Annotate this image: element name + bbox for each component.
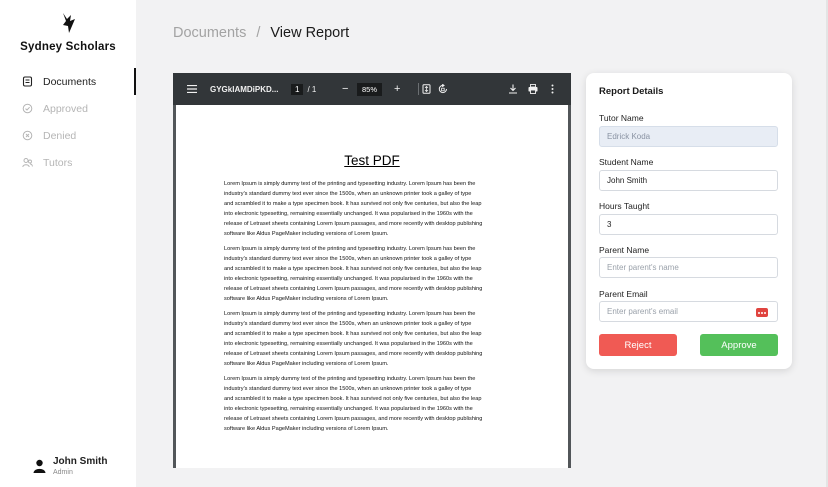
- parent-name-field[interactable]: [599, 257, 778, 278]
- pdf-paragraph: Lorem Ipsum is simply dummy text of the …: [224, 309, 524, 370]
- download-icon[interactable]: [508, 73, 518, 105]
- paragraph-line: industry's standard dummy text ever sinc…: [224, 321, 472, 328]
- paragraph-line: into electronic typesetting, remaining e…: [224, 276, 473, 283]
- breadcrumb: Documents / View Report: [173, 25, 349, 41]
- paragraph-line: release of Letraset sheets containing Lo…: [224, 221, 483, 228]
- report-details-panel: Report Details Tutor Name Student Name H…: [586, 73, 792, 369]
- page-total: / 1: [307, 84, 317, 94]
- page-number-input[interactable]: 1: [291, 83, 304, 95]
- paragraph-line: release of Letraset sheets containing Lo…: [224, 351, 483, 358]
- sidebar-item-label: Documents: [43, 75, 97, 88]
- paragraph-line: and scrambled it to make a type specimen…: [224, 201, 482, 208]
- parent-email-label: Parent Email: [599, 289, 648, 299]
- pdf-title: Test PDF: [344, 153, 400, 168]
- student-name-field[interactable]: [599, 170, 778, 191]
- check-circle-icon: [22, 103, 33, 114]
- sidebar-item-label: Tutors: [43, 156, 73, 169]
- student-name-label: Student Name: [599, 157, 654, 167]
- user-profile[interactable]: John Smith Admin: [33, 456, 107, 476]
- tutor-name-field: [599, 126, 778, 147]
- breadcrumb-separator: /: [256, 25, 261, 41]
- sidebar-item-denied[interactable]: Denied: [0, 122, 136, 149]
- pdf-paragraph: Lorem Ipsum is simply dummy text of the …: [224, 244, 524, 305]
- pdf-viewer[interactable]: GYGkIAMDiPKD... 1 / 1 − 85% + Test PDF L…: [173, 73, 571, 468]
- tutor-name-label: Tutor Name: [599, 113, 644, 123]
- sidebar-item-label: Denied: [43, 129, 77, 142]
- paragraph-line: into electronic typesetting, remaining e…: [224, 211, 473, 218]
- document-icon: [22, 76, 33, 87]
- sidebar-item-label: Approved: [43, 102, 88, 115]
- pdf-toolbar: GYGkIAMDiPKD... 1 / 1 − 85% +: [173, 73, 571, 105]
- paragraph-line: software like Aldus PageMaker including …: [224, 361, 389, 368]
- flame-logo-icon: [63, 13, 75, 33]
- hours-taught-label: Hours Taught: [599, 201, 650, 211]
- zoom-input[interactable]: 85%: [357, 82, 383, 96]
- paragraph-line: release of Letraset sheets containing Lo…: [224, 416, 483, 423]
- paragraph-line: Lorem Ipsum is simply dummy text of the …: [224, 376, 476, 382]
- sidebar: Sydney Scholars Documents Approved Denie…: [0, 0, 136, 487]
- brand-name: Sydney Scholars: [20, 41, 116, 53]
- approve-button[interactable]: Approve: [700, 334, 778, 356]
- paragraph-line: software like Aldus PageMaker including …: [224, 231, 389, 238]
- zoom-in-button[interactable]: +: [394, 73, 400, 105]
- paragraph-line: release of Letraset sheets containing Lo…: [224, 286, 483, 293]
- paragraph-line: and scrambled it to make a type specimen…: [224, 396, 482, 403]
- panel-title: Report Details: [599, 86, 664, 97]
- sidebar-item-documents[interactable]: Documents: [0, 68, 136, 95]
- page-indicator: 1 / 1: [291, 73, 316, 105]
- paragraph-line: industry's standard dummy text ever sinc…: [224, 256, 472, 263]
- paragraph-line: Lorem Ipsum is simply dummy text of the …: [224, 181, 476, 187]
- sidebar-item-approved[interactable]: Approved: [0, 95, 136, 122]
- reject-button[interactable]: Reject: [599, 334, 677, 356]
- parent-name-label: Parent Name: [599, 245, 650, 255]
- page-title: View Report: [270, 25, 350, 41]
- hours-taught-field[interactable]: [599, 214, 778, 235]
- paragraph-line: industry's standard dummy text ever sinc…: [224, 191, 472, 198]
- fit-page-icon[interactable]: [422, 73, 431, 105]
- x-circle-icon: [22, 130, 33, 141]
- user-name: John Smith: [53, 456, 108, 467]
- parent-email-field[interactable]: [599, 301, 778, 322]
- sidebar-item-tutors[interactable]: Tutors: [0, 149, 136, 176]
- user-info: John Smith Admin: [53, 456, 107, 476]
- pdf-file-name: GYGkIAMDiPKD...: [210, 84, 279, 94]
- user-avatar-icon: [33, 459, 46, 473]
- paragraph-line: and scrambled it to make a type specimen…: [224, 331, 482, 338]
- autofill-icon[interactable]: [756, 308, 768, 317]
- print-icon[interactable]: [528, 73, 538, 105]
- paragraph-line: into electronic typesetting, remaining e…: [224, 406, 473, 413]
- paragraph-line: industry's standard dummy text ever sinc…: [224, 386, 472, 393]
- pdf-paragraph: Lorem Ipsum is simply dummy text of the …: [224, 374, 524, 435]
- zoom-level: 85%: [357, 73, 383, 105]
- zoom-out-button[interactable]: −: [342, 73, 348, 105]
- toolbar-divider: [418, 73, 419, 105]
- breadcrumb-documents-link[interactable]: Documents: [173, 25, 246, 41]
- menu-icon[interactable]: [187, 73, 197, 105]
- paragraph-line: and scrambled it to make a type specimen…: [224, 266, 482, 273]
- paragraph-line: Lorem Ipsum is simply dummy text of the …: [224, 246, 476, 252]
- pdf-page: Test PDF Lorem Ipsum is simply dummy tex…: [176, 105, 568, 468]
- more-options-icon[interactable]: [551, 73, 554, 105]
- paragraph-line: software like Aldus PageMaker including …: [224, 296, 389, 303]
- rotate-icon[interactable]: [438, 73, 448, 105]
- paragraph-line: into electronic typesetting, remaining e…: [224, 341, 473, 348]
- paragraph-line: software like Aldus PageMaker including …: [224, 426, 389, 433]
- sidebar-nav: Documents Approved Denied Tutors: [0, 68, 136, 176]
- users-icon: [22, 157, 33, 168]
- user-role: Admin: [53, 469, 73, 476]
- paragraph-line: Lorem Ipsum is simply dummy text of the …: [224, 311, 476, 317]
- pdf-paragraph: Lorem Ipsum is simply dummy text of the …: [224, 179, 524, 240]
